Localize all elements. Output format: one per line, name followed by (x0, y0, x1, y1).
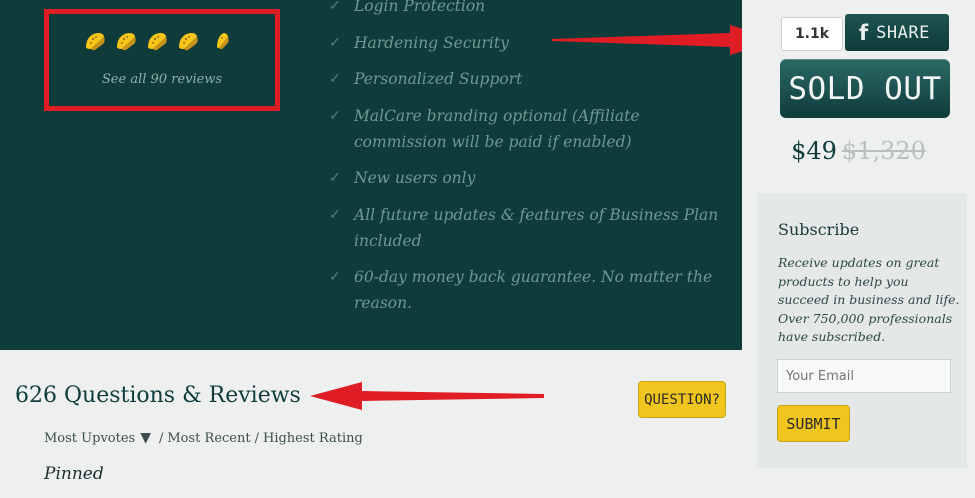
taco-icon (179, 33, 198, 51)
check-icon: ✓ (329, 71, 341, 87)
sort-down-arrow-icon: ▼ (140, 430, 151, 446)
subscribe-description: Receive updates on great products to hel… (778, 255, 960, 344)
share-label: SHARE (876, 22, 930, 43)
sort-separator: / (158, 430, 164, 446)
subscribe-title: Subscribe (778, 220, 860, 239)
purchase-sidebar: 1.1k f SHARE SOLD OUT $49 $1,320 Subscrib… (742, 0, 975, 498)
sort-most-recent[interactable]: Most Recent (167, 431, 250, 446)
questions-reviews-title: 626 Questions & Reviews (15, 383, 301, 408)
check-icon: ✓ (329, 269, 341, 285)
check-icon: ✓ (329, 0, 341, 14)
price-display: $49 $1,320 (742, 137, 975, 165)
taco-icon (148, 33, 167, 51)
sort-options: Most Upvotes ▼ / Most Recent / Highest R… (44, 430, 363, 446)
email-field[interactable] (777, 359, 951, 393)
feature-item: ✓ New users only (326, 165, 726, 191)
check-icon: ✓ (329, 170, 341, 186)
annotation-arrow (310, 382, 544, 410)
feature-item: ✓ 60-day money back guarantee. No matter … (326, 264, 726, 316)
rating-highlight-box: See all 90 reviews (44, 9, 280, 111)
check-icon: ✓ (329, 107, 341, 124)
feature-item: ✓ Personalized Support (326, 66, 726, 92)
pinned-heading: Pinned (44, 464, 104, 484)
feature-text: All future updates & features of Busines… (354, 205, 719, 250)
facebook-icon: f (859, 20, 869, 45)
feature-text: New users only (354, 169, 476, 187)
feature-text: Hardening Security (354, 33, 509, 52)
see-all-reviews-link[interactable]: See all 90 reviews (49, 72, 275, 87)
feature-item: ✓ Login Protection (326, 0, 726, 19)
check-icon: ✓ (329, 206, 341, 223)
sold-out-button: SOLD OUT (780, 59, 950, 118)
check-icon: ✓ (329, 34, 341, 51)
feature-text: Personalized Support (354, 70, 523, 88)
taco-rating (83, 29, 231, 53)
taco-half-icon (217, 33, 229, 50)
feature-item: ✓ All future updates & features of Busine… (326, 202, 726, 254)
sort-most-upvotes[interactable]: Most Upvotes (44, 431, 135, 446)
ask-question-button[interactable]: QUESTION? (638, 381, 726, 418)
feature-text: MalCare branding optional (Affiliate com… (354, 106, 640, 151)
sort-separator: / (254, 430, 259, 446)
taco-icon (86, 33, 105, 51)
original-price: $1,320 (841, 137, 926, 165)
submit-button[interactable]: SUBMIT (777, 405, 850, 442)
share-count-badge: 1.1k (781, 17, 843, 51)
feature-text: 60-day money back guarantee. No matter t… (354, 268, 713, 312)
facebook-share-button[interactable]: f SHARE (845, 14, 949, 51)
feature-item: ✓ MalCare branding optional (Affiliate co… (326, 103, 726, 155)
taco-icon (117, 33, 136, 51)
feature-text: Login Protection (354, 0, 486, 15)
sort-highest-rating[interactable]: Highest Rating (263, 431, 363, 446)
subscribe-box: Subscribe Receive updates on great produ… (757, 193, 967, 468)
current-price: $49 (791, 137, 837, 165)
